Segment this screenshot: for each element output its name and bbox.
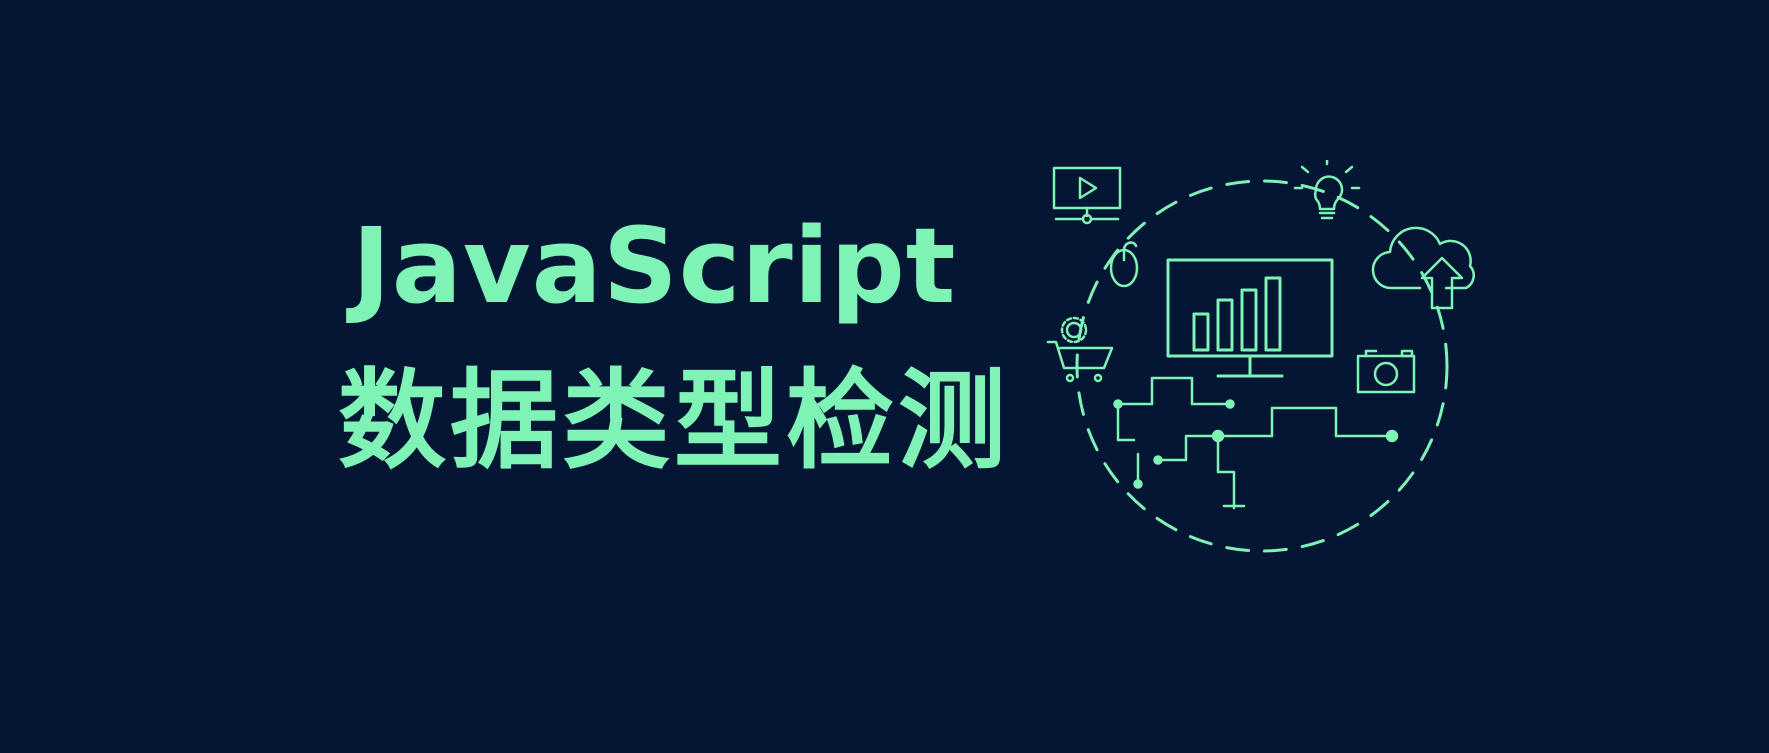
dashed-ring — [1075, 179, 1449, 553]
banner: JavaScript 数据类型检测 — [0, 0, 1769, 753]
cloud-upload-icon — [1371, 226, 1475, 310]
tech-illustration — [1040, 160, 1520, 580]
circuit-lines-icon — [1113, 376, 1399, 510]
title-data-type-detection: 数据类型检测 — [338, 359, 1011, 484]
shopping-cart-icon — [1046, 316, 1114, 383]
lightbulb-icon — [1293, 160, 1361, 220]
video-monitor-icon — [1052, 166, 1122, 225]
bar-chart-monitor-icon — [1166, 258, 1334, 378]
title-javascript: JavaScript — [352, 205, 957, 327]
mouse-icon — [1109, 241, 1139, 288]
camera-icon — [1356, 349, 1416, 394]
